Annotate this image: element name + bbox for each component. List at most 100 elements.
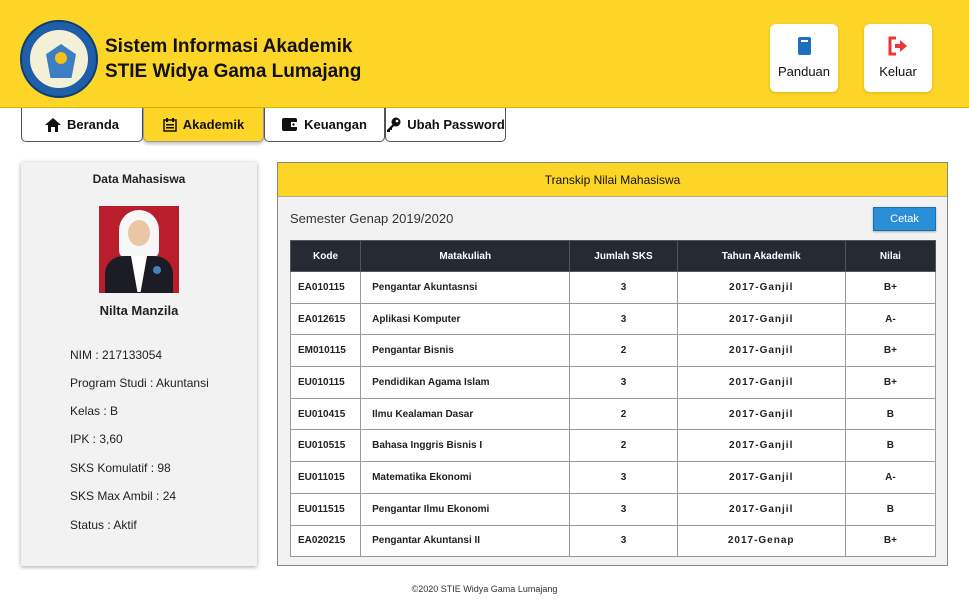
- keluar-label: Keluar: [879, 64, 917, 79]
- transcript-table: Kode Matakuliah Jumlah SKS Tahun Akademi…: [289, 240, 937, 558]
- student-kelas: Kelas : B: [70, 404, 119, 418]
- cell-matakuliah: Pengantar Akuntansi II: [360, 524, 571, 558]
- cell-kode: EU011515: [289, 492, 362, 526]
- column-header-jumlah-sks: Jumlah SKS: [569, 240, 678, 272]
- tab-akademik-label: Akademik: [182, 117, 245, 132]
- sign-out-icon: [888, 36, 907, 56]
- column-header-nilai: Nilai: [844, 240, 937, 272]
- cell-kode: EU010415: [289, 397, 362, 431]
- cell-sks: 2: [569, 334, 678, 368]
- cell-nilai: B+: [844, 524, 937, 558]
- student-nim: NIM : 217133054: [70, 348, 163, 362]
- student-card: Data Mahasiswa Nilta Manzila NIM : 21713…: [21, 162, 257, 566]
- cell-tahun-akademik: 2017-Ganjil: [676, 271, 846, 304]
- page-footer: ©2020 STIE Widya Gama Lumajang: [411, 584, 558, 594]
- photo-badge: [153, 266, 161, 274]
- cell-matakuliah: Matematika Ekonomi: [360, 461, 571, 494]
- student-ipk: IPK : 3,60: [70, 432, 123, 446]
- column-header-kode: Kode: [289, 240, 362, 272]
- cell-nilai: A-: [844, 302, 937, 336]
- cell-tahun-akademik: 2017-Genap: [676, 524, 846, 558]
- table-row: EU010415 Ilmu Kealaman Dasar 2 2017-Ganj…: [289, 397, 937, 431]
- cell-tahun-akademik: 2017-Ganjil: [676, 302, 846, 336]
- table-row: EU011015 Matematika Ekonomi 3 2017-Ganji…: [289, 461, 937, 494]
- cell-nilai: B: [844, 429, 937, 463]
- cell-tahun-akademik: 2017-Ganjil: [676, 397, 846, 431]
- student-sks-max-ambil: SKS Max Ambil : 24: [70, 489, 177, 503]
- cell-sks: 3: [569, 271, 678, 304]
- cell-kode: EA010115: [289, 271, 362, 304]
- logo-ring: [28, 28, 90, 90]
- transcript-panel: Transkip Nilai Mahasiswa Semester Genap …: [277, 162, 948, 566]
- student-card-title: Data Mahasiswa: [92, 172, 186, 186]
- student-program-studi: Program Studi : Akuntansi: [70, 376, 209, 390]
- logo-emblem: [55, 52, 67, 64]
- cell-nilai: B: [844, 492, 937, 526]
- tab-ubah-password[interactable]: Ubah Password: [385, 108, 506, 142]
- student-photo: [99, 206, 179, 293]
- cell-sks: 3: [569, 366, 678, 399]
- cell-tahun-akademik: 2017-Ganjil: [676, 492, 846, 526]
- table-row: EU010115 Pendidikan Agama Islam 3 2017-G…: [289, 366, 937, 399]
- table-row: EM010115 Pengantar Bisnis 2 2017-Ganjil …: [289, 334, 937, 368]
- cell-sks: 2: [569, 429, 678, 463]
- cell-tahun-akademik: 2017-Ganjil: [676, 429, 846, 463]
- photo-face: [128, 220, 150, 246]
- cell-nilai: B+: [844, 271, 937, 304]
- app-title-line2: STIE Widya Gama Lumajang: [105, 61, 362, 82]
- panduan-button[interactable]: Panduan: [770, 24, 838, 92]
- cell-sks: 2: [569, 397, 678, 431]
- book-icon: [798, 37, 811, 55]
- cell-nilai: B: [844, 397, 937, 431]
- cell-kode: EA012615: [289, 302, 362, 336]
- print-button[interactable]: Cetak: [873, 207, 936, 231]
- cell-matakuliah: Pendidikan Agama Islam: [360, 366, 571, 399]
- tab-keuangan[interactable]: Keuangan: [264, 108, 385, 142]
- cell-nilai: A-: [844, 461, 937, 494]
- cell-matakuliah: Pengantar Ilmu Ekonomi: [360, 492, 571, 526]
- tab-ubah-password-label: Ubah Password: [407, 117, 505, 132]
- cell-nilai: B+: [844, 366, 937, 399]
- cell-nilai: B+: [844, 334, 937, 368]
- cell-kode: EU010515: [289, 429, 362, 463]
- column-header-tahun-akademik: Tahun Akademik: [676, 240, 846, 272]
- cell-sks: 3: [569, 492, 678, 526]
- app-title: Sistem Informasi Akademik STIE Widya Gam…: [105, 34, 361, 84]
- cell-kode: EU011015: [289, 461, 362, 494]
- table-row: EU010515 Bahasa Inggris Bisnis I 2 2017-…: [289, 429, 937, 463]
- cell-tahun-akademik: 2017-Ganjil: [676, 366, 846, 399]
- cell-kode: EU010115: [289, 366, 362, 399]
- cell-sks: 3: [569, 302, 678, 336]
- cell-matakuliah: Ilmu Kealaman Dasar: [360, 397, 571, 431]
- panduan-label: Panduan: [777, 64, 831, 79]
- student-name: Nilta Manzila: [99, 303, 179, 318]
- cell-kode: EM010115: [289, 334, 362, 368]
- cell-matakuliah: Pengantar Akuntasnsi: [360, 271, 571, 304]
- tab-beranda-label: Beranda: [66, 117, 120, 132]
- table-row: EA012615 Aplikasi Komputer 3 2017-Ganjil…: [289, 302, 937, 336]
- table-row: EU011515 Pengantar Ilmu Ekonomi 3 2017-G…: [289, 492, 937, 526]
- app-header: Sistem Informasi Akademik STIE Widya Gam…: [0, 0, 969, 108]
- app-title-line1: Sistem Informasi Akademik: [105, 36, 353, 57]
- cell-kode: EA020215: [289, 524, 362, 558]
- tab-akademik[interactable]: Akademik: [143, 108, 264, 142]
- cell-sks: 3: [569, 524, 678, 558]
- cell-matakuliah: Aplikasi Komputer: [360, 302, 571, 336]
- keluar-button[interactable]: Keluar: [864, 24, 932, 92]
- student-status: Status : Aktif: [70, 518, 137, 532]
- calendar-icon: [163, 117, 177, 132]
- key-icon: [387, 117, 401, 132]
- stie-logo: [20, 20, 98, 98]
- cell-matakuliah: Bahasa Inggris Bisnis I: [360, 429, 571, 463]
- tab-beranda[interactable]: Beranda: [21, 108, 143, 142]
- cell-matakuliah: Pengantar Bisnis: [360, 334, 571, 368]
- cell-sks: 3: [569, 461, 678, 494]
- table-header-row: Kode Matakuliah Jumlah SKS Tahun Akademi…: [289, 240, 937, 272]
- wallet-icon: [282, 118, 299, 131]
- transcript-panel-title: Transkip Nilai Mahasiswa: [278, 163, 947, 197]
- cell-tahun-akademik: 2017-Ganjil: [676, 334, 846, 368]
- semester-label: Semester Genap 2019/2020: [290, 211, 454, 226]
- table-row: EA010115 Pengantar Akuntasnsi 3 2017-Gan…: [289, 271, 937, 304]
- cell-tahun-akademik: 2017-Ganjil: [676, 461, 846, 494]
- column-header-matakuliah: Matakuliah: [360, 240, 571, 272]
